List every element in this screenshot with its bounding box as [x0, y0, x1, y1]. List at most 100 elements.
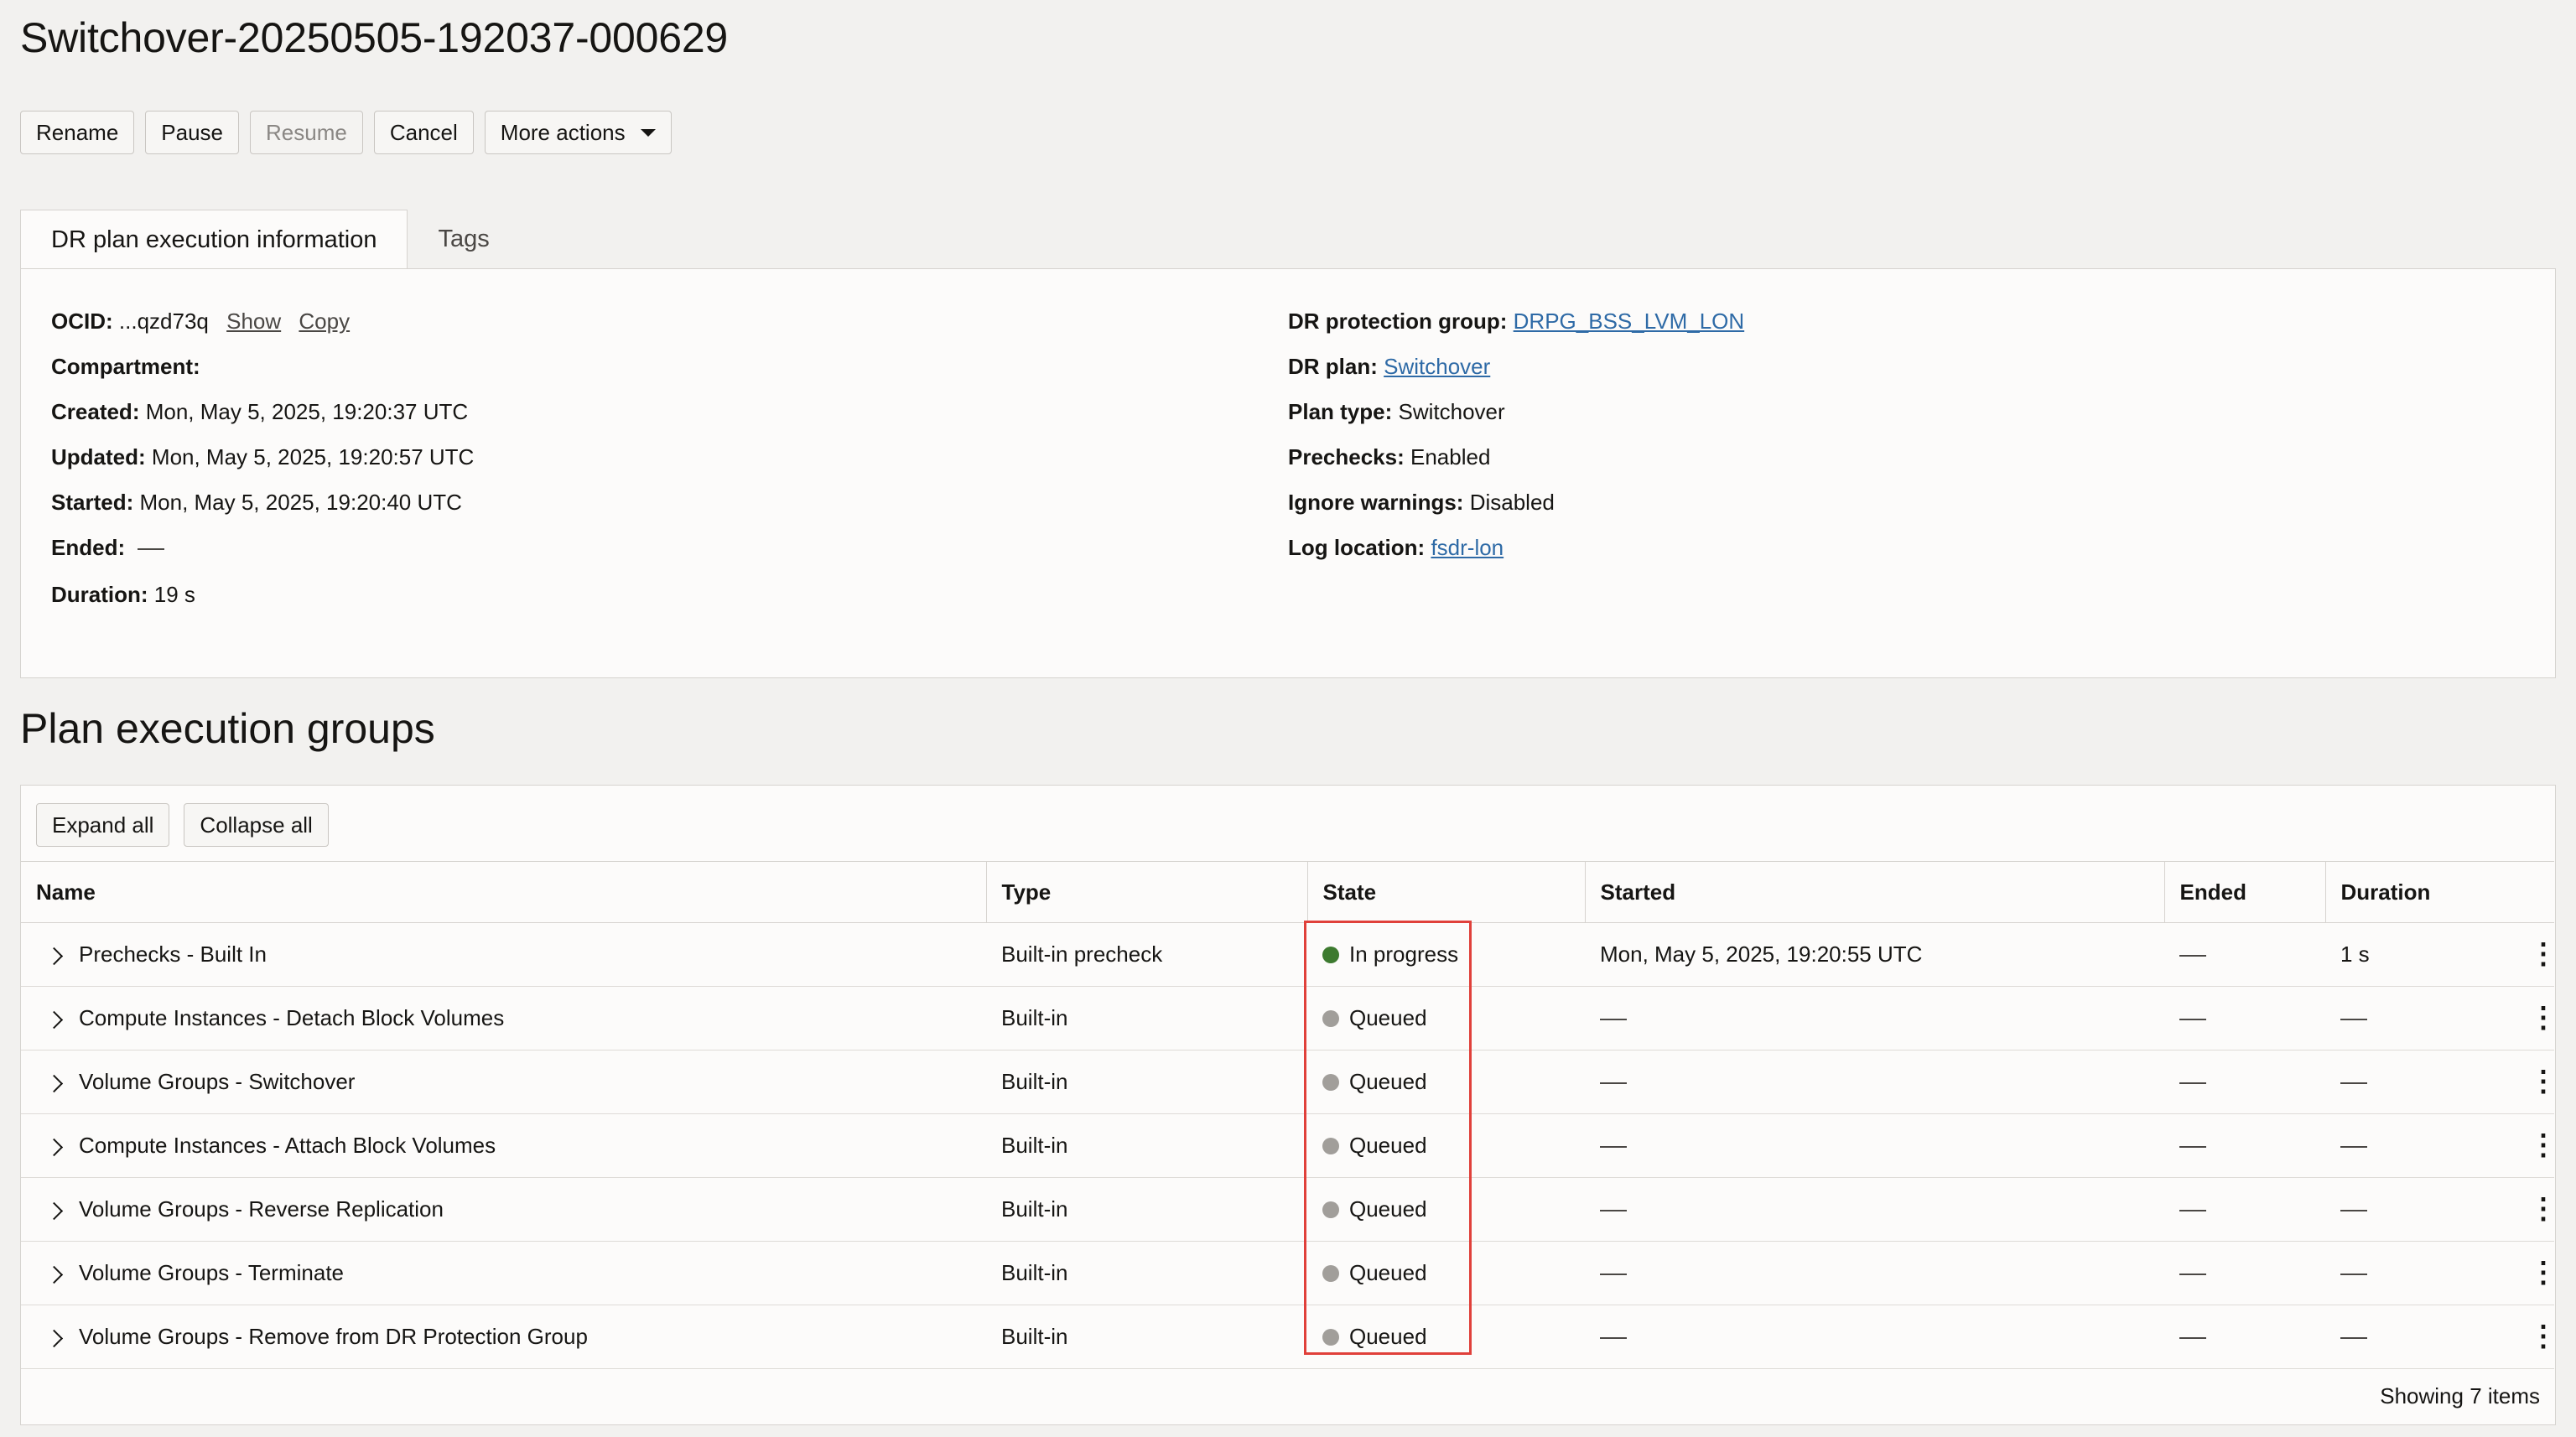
started-cell: Mon, May 5, 2025, 19:20:55 UTC [1585, 922, 2164, 987]
ended-cell [2164, 1050, 2325, 1114]
kebab-menu-icon[interactable]: ⋮ [2529, 1004, 2558, 1032]
compartment-row: Compartment: [51, 354, 474, 399]
resume-button[interactable]: Resume [250, 111, 363, 154]
kebab-menu-icon[interactable]: ⋮ [2529, 1067, 2558, 1096]
column-header[interactable]: Duration [2324, 861, 2554, 923]
table-row[interactable]: Compute Instances - Attach Block Volumes… [21, 1113, 2558, 1178]
tab-bar: DR plan execution information Tags [20, 210, 520, 270]
chevron-right-icon[interactable] [44, 1138, 64, 1156]
empty-value-dash [2179, 1082, 2206, 1085]
expand-all-button[interactable]: Expand all [36, 803, 170, 847]
duration-cell: ⋮ [2325, 1241, 2558, 1305]
collapse-all-button[interactable]: Collapse all [184, 803, 329, 847]
started-cell [1585, 986, 2164, 1051]
table-row[interactable]: Volume Groups - Switchover Built-in Queued… [21, 1050, 2558, 1114]
group-type: Built-in [1001, 1260, 1068, 1285]
more-actions-button[interactable]: More actions [484, 111, 672, 154]
column-header[interactable]: Type [985, 861, 1307, 923]
kebab-menu-icon[interactable]: ⋮ [2529, 1131, 2558, 1159]
ended-cell [2164, 1113, 2325, 1178]
tab-execution-info[interactable]: DR plan execution information [20, 210, 408, 270]
table-header-row: Name Type State Started Ended Duration [21, 861, 2554, 923]
status-label: In progress [1349, 942, 1459, 967]
status-label: Queued [1349, 1196, 1427, 1222]
empty-value-dash [1600, 1274, 1627, 1276]
group-type: Built-in [1001, 1196, 1068, 1222]
group-type: Built-in [1001, 1069, 1068, 1094]
ocid-show-link[interactable]: Show [226, 309, 281, 334]
ended-cell [2164, 1177, 2325, 1242]
column-header[interactable]: Name [21, 861, 986, 923]
duration-cell: ⋮ [2325, 1177, 2558, 1242]
type-cell: Built-in [986, 1177, 1307, 1242]
ocid-label: OCID: [51, 309, 113, 334]
group-type: Built-in precheck [1001, 942, 1163, 967]
name-cell: Compute Instances - Attach Block Volumes [21, 1113, 986, 1178]
empty-value-dash [2340, 1082, 2367, 1085]
kebab-menu-icon[interactable]: ⋮ [2529, 1258, 2558, 1287]
type-cell: Built-in [986, 1113, 1307, 1178]
status-label: Queued [1349, 1260, 1427, 1285]
cancel-button[interactable]: Cancel [373, 111, 474, 154]
empty-value-dash [1600, 1210, 1627, 1212]
chevron-right-icon[interactable] [44, 947, 64, 965]
table-row[interactable]: Volume Groups - Reverse Replication Built… [21, 1177, 2558, 1242]
empty-value-dash [138, 548, 165, 551]
column-header[interactable]: State [1306, 861, 1585, 923]
group-name: Volume Groups - Switchover [79, 1069, 356, 1094]
plan-groups-table: Name Type State Started Ended Duration P… [21, 861, 2558, 1369]
group-name: Volume Groups - Reverse Replication [79, 1196, 444, 1222]
execution-info-panel: OCID: ...qzd73q Show Copy Compartment: C… [20, 268, 2556, 678]
empty-value-dash [1600, 1019, 1627, 1021]
chevron-right-icon[interactable] [44, 1074, 64, 1092]
name-cell: Volume Groups - Terminate [21, 1241, 986, 1305]
type-cell: Built-in [986, 986, 1307, 1051]
table-row[interactable]: Prechecks - Built In Built-in precheck In … [21, 922, 2558, 987]
type-cell: Built-in [986, 1050, 1307, 1114]
chevron-right-icon[interactable] [44, 1329, 64, 1347]
kebab-menu-icon[interactable]: ⋮ [2529, 1195, 2558, 1223]
dr-plan-link[interactable]: Switchover [1384, 354, 1490, 379]
column-header[interactable]: Started [1584, 861, 2164, 923]
name-cell: Volume Groups - Remove from DR Protectio… [21, 1305, 986, 1369]
state-cell: In progress [1307, 922, 1585, 987]
started-cell [1585, 1241, 2164, 1305]
created-label: Created: [51, 399, 140, 424]
table-row[interactable]: Volume Groups - Terminate Built-in Queued ⋮ [21, 1241, 2558, 1305]
kebab-menu-icon[interactable]: ⋮ [2529, 1322, 2558, 1351]
info-right-column: DR protection group: DRPG_BSS_LVM_LON DR… [1288, 309, 1744, 580]
protection-group-link[interactable]: DRPG_BSS_LVM_LON [1514, 309, 1745, 334]
started-label: Started: [51, 490, 134, 515]
type-cell: Built-in [986, 1305, 1307, 1369]
chevron-right-icon[interactable] [44, 1201, 64, 1220]
status-label: Queued [1349, 1069, 1427, 1094]
ocid-copy-link[interactable]: Copy [299, 309, 350, 334]
chevron-right-icon[interactable] [44, 1010, 64, 1029]
pause-button[interactable]: Pause [145, 111, 240, 154]
status-dot-icon [1322, 1264, 1339, 1282]
groups-toolbar: Expand all Collapse all [36, 803, 329, 847]
ignore-warnings-label: Ignore warnings: [1288, 490, 1464, 515]
kebab-menu-icon[interactable]: ⋮ [2529, 940, 2558, 968]
empty-value-dash [2179, 955, 2206, 957]
log-location-link[interactable]: fsdr-lon [1431, 535, 1504, 560]
plan-groups-panel: Expand all Collapse all Name Type State … [20, 785, 2558, 1425]
status-dot-icon [1322, 1201, 1339, 1218]
chevron-right-icon[interactable] [44, 1265, 64, 1284]
updated-row: Updated: Mon, May 5, 2025, 19:20:57 UTC [51, 444, 474, 490]
group-type: Built-in [1001, 1133, 1068, 1158]
updated-label: Updated: [51, 444, 146, 469]
state-cell: Queued [1307, 1177, 1585, 1242]
column-header[interactable]: Ended [2163, 861, 2325, 923]
started-value: Mon, May 5, 2025, 19:20:55 UTC [1600, 942, 1923, 967]
rename-button[interactable]: Rename [20, 111, 135, 154]
table-row[interactable]: Volume Groups - Remove from DR Protectio… [21, 1305, 2558, 1369]
table-row[interactable]: Compute Instances - Detach Block Volumes… [21, 986, 2558, 1051]
created-row: Created: Mon, May 5, 2025, 19:20:37 UTC [51, 399, 474, 444]
type-cell: Built-in [986, 1241, 1307, 1305]
status-dot-icon [1322, 946, 1339, 963]
empty-value-dash [2179, 1274, 2206, 1276]
tab-tags[interactable]: Tags [408, 210, 519, 268]
group-type: Built-in [1001, 1005, 1068, 1030]
duration-cell: ⋮ [2325, 1113, 2558, 1178]
